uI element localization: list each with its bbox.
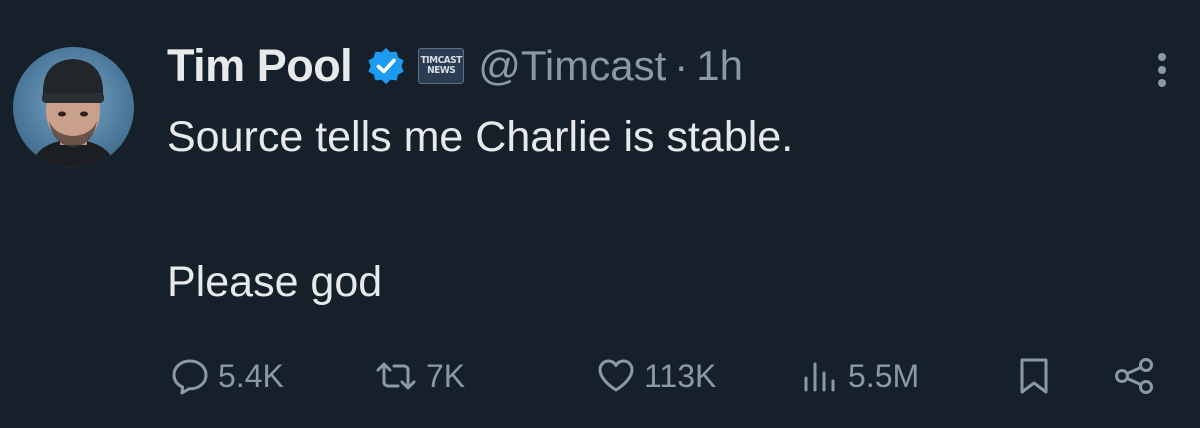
views-button[interactable]: 5.5M xyxy=(800,348,919,404)
bookmark-button[interactable] xyxy=(1014,348,1054,404)
tweet-header: Tim Pool TIMCAST NEWS @Timcast · 1h xyxy=(167,38,743,94)
reply-count: 5.4K xyxy=(218,357,284,394)
repost-button[interactable]: 7K xyxy=(374,348,465,404)
reply-icon xyxy=(170,356,210,396)
views-icon xyxy=(800,356,840,396)
author-name[interactable]: Tim Pool xyxy=(167,40,353,92)
tweet-card[interactable]: Tim Pool TIMCAST NEWS @Timcast · 1h Sour… xyxy=(0,0,1200,428)
tweet-line: Source tells me Charlie is stable. xyxy=(167,113,794,161)
share-button[interactable] xyxy=(1112,348,1156,404)
action-bar: 5.4K 7K 113K 5.5M xyxy=(0,348,1200,404)
affiliate-badge-line-2: NEWS xyxy=(427,65,456,76)
verified-badge-icon[interactable] xyxy=(366,46,406,86)
like-count: 113K xyxy=(644,357,717,394)
views-count: 5.5M xyxy=(848,357,920,394)
repost-icon xyxy=(374,356,418,396)
reply-button[interactable]: 5.4K xyxy=(170,348,284,404)
like-icon xyxy=(596,356,636,396)
tweet-text: Source tells me Charlie is stable. Pleas… xyxy=(167,108,1147,311)
more-icon[interactable] xyxy=(1140,46,1184,94)
avatar[interactable] xyxy=(13,47,134,168)
like-button[interactable]: 113K xyxy=(596,348,716,404)
author-handle[interactable]: @Timcast xyxy=(478,42,666,90)
bookmark-icon xyxy=(1014,356,1054,396)
repost-count: 7K xyxy=(426,357,466,394)
timestamp[interactable]: 1h xyxy=(696,42,743,90)
separator-dot: · xyxy=(674,42,689,89)
avatar-portrait xyxy=(31,59,116,168)
affiliate-badge[interactable]: TIMCAST NEWS xyxy=(418,48,465,84)
tweet-line: Please god xyxy=(167,258,383,306)
share-icon xyxy=(1112,356,1156,396)
